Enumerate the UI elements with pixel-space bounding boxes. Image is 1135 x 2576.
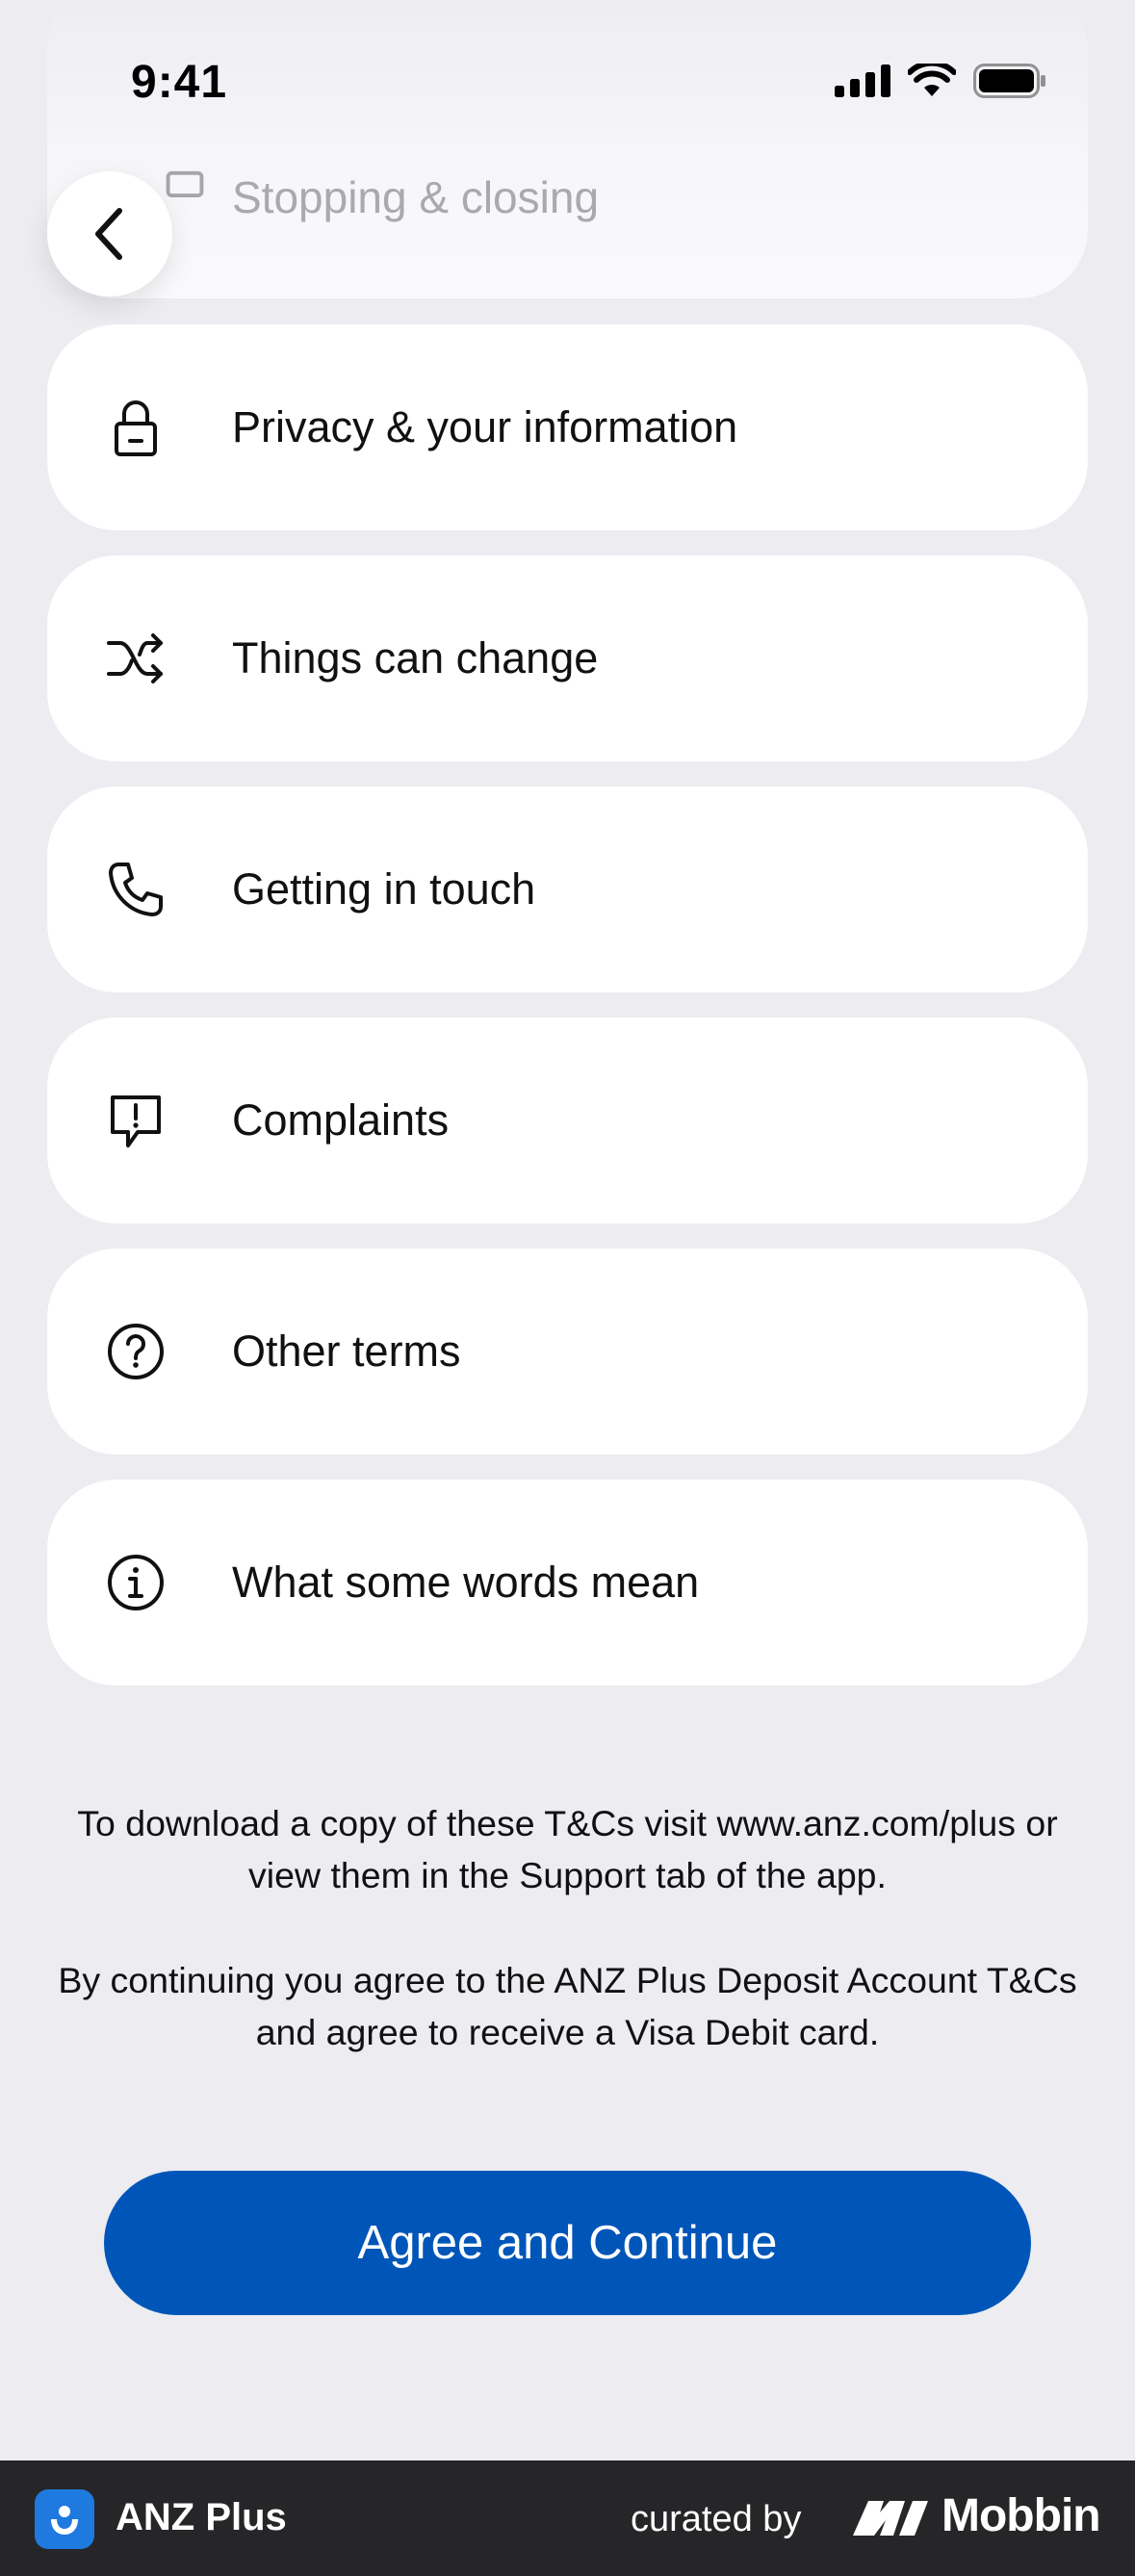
section-label: Complaints [232,1095,450,1145]
app-name: ANZ Plus [116,2496,287,2538]
section-getting-in-touch[interactable]: Getting in touch [47,786,1088,992]
anz-plus-app-icon [35,2489,94,2549]
download-note: To download a copy of these T&Cs visit w… [77,1803,1058,1895]
agreement-note: By continuing you agree to the ANZ Plus … [58,1960,1077,2052]
status-time: 9:41 [131,57,228,108]
cellular-signal-icon [835,64,890,97]
status-icons [835,64,1046,98]
question-circle-icon [108,1324,164,1379]
section-complaints[interactable]: Complaints [47,1018,1088,1224]
section-label: What some words mean [232,1558,700,1607]
terms-section-list: Privacy & your information Things can ch… [47,324,1088,1711]
section-privacy[interactable]: Privacy & your information [47,324,1088,530]
mobbin-brand: Mobbin [942,2490,1101,2541]
section-label: Privacy & your information [232,402,738,451]
lock-icon [115,400,157,456]
chevron-left-icon [95,208,122,260]
section-label: Things can change [232,633,599,683]
section-other-terms[interactable]: Other terms [47,1249,1088,1455]
section-things-can-change[interactable]: Things can change [47,555,1088,761]
terms-screen: 9:41 Stopping & closing Privacy & your i… [0,0,1135,2576]
back-button[interactable] [47,171,172,296]
info-circle-icon [108,1555,164,1610]
wifi-icon [908,64,956,96]
battery-icon [973,64,1045,98]
section-label: Other terms [232,1327,461,1376]
list-item-label: Stopping & closing [232,172,600,222]
status-bar: 9:41 [0,0,1135,173]
alert-message-icon [111,1095,161,1147]
curated-by-label: curated by [631,2499,802,2539]
shuffle-icon [107,633,163,683]
mobbin-logo-icon [853,2501,928,2536]
mobbin-footer: ANZ Plus curated by Mobbin [0,2460,1135,2576]
anz-logo-icon [51,2506,78,2535]
phone-icon [109,863,163,916]
section-what-words-mean[interactable]: What some words mean [47,1480,1088,1686]
agree-continue-button[interactable]: Agree and Continue [104,2171,1031,2315]
section-label: Getting in touch [232,864,536,914]
